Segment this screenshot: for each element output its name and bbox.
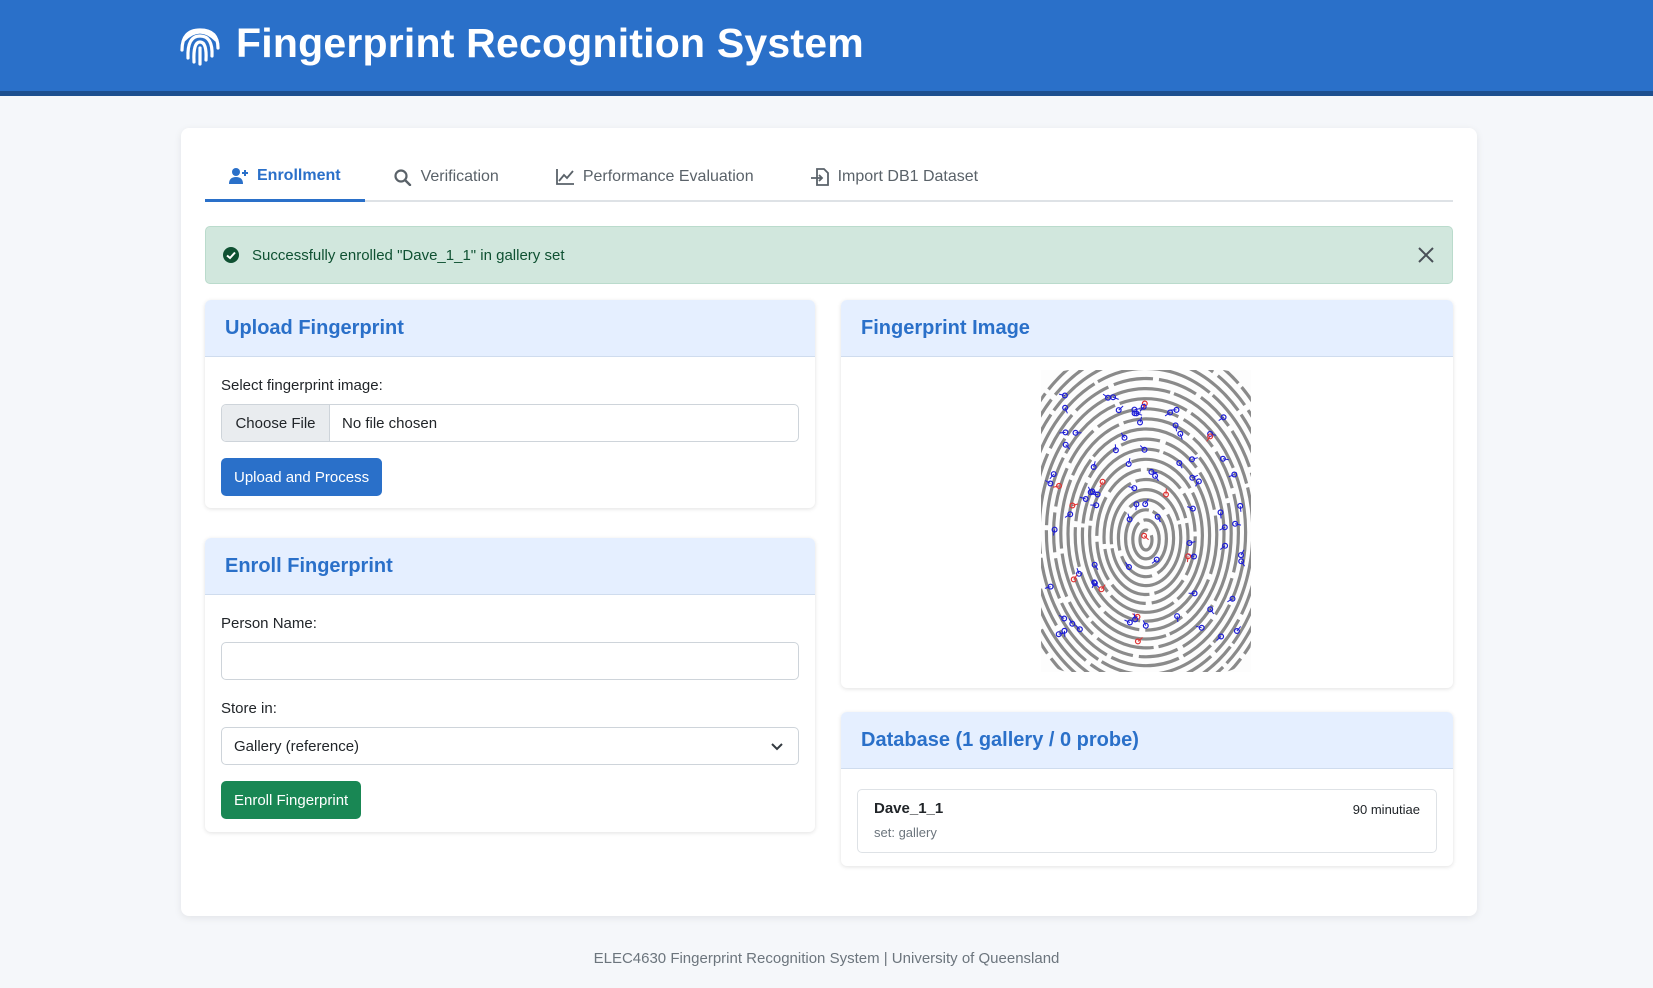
store-in-select[interactable]: Gallery (reference) — [221, 727, 799, 765]
brand[interactable]: Fingerprint Recognition System — [178, 20, 864, 67]
person-name-label: Person Name: — [221, 615, 317, 632]
database-card: Database (1 gallery / 0 probe) Dave_1_1 … — [841, 712, 1453, 866]
card-header: Upload Fingerprint — [205, 300, 815, 357]
card-title: Upload Fingerprint — [225, 316, 404, 339]
chevron-down-icon — [771, 743, 783, 751]
file-import-icon — [810, 168, 829, 186]
fingerprint-render — [1041, 370, 1251, 672]
file-status: No file chosen — [342, 414, 438, 432]
database-entry[interactable]: Dave_1_1 set: gallery 90 minutiae — [857, 789, 1437, 853]
tab-label: Verification — [420, 168, 499, 185]
tab-label: Enrollment — [257, 166, 341, 184]
tab-import-db1[interactable]: Import DB1 Dataset — [786, 152, 1003, 202]
card-header: Enroll Fingerprint — [205, 538, 815, 595]
file-input[interactable]: Choose File No file chosen — [221, 404, 799, 442]
entry-set: set: gallery — [874, 825, 937, 840]
close-icon[interactable] — [1416, 245, 1436, 265]
entry-name: Dave_1_1 — [874, 800, 944, 817]
search-icon — [393, 169, 411, 186]
tab-label: Performance Evaluation — [582, 168, 754, 185]
tab-bar: Enrollment Verification Performance Eval… — [205, 152, 1453, 202]
tab-label: Import DB1 Dataset — [837, 168, 979, 185]
entry-minutiae-count: 90 minutiae — [1352, 802, 1420, 817]
store-in-value: Gallery (reference) — [234, 737, 360, 755]
card-header: Database (1 gallery / 0 probe) — [841, 712, 1453, 769]
fingerprint-image — [1041, 370, 1251, 672]
success-alert: Successfully enrolled "Dave_1_1" in gall… — [205, 226, 1453, 284]
upload-and-process-button[interactable]: Upload and Process — [221, 458, 383, 496]
card-title: Database (1 gallery / 0 probe) — [861, 728, 1139, 751]
user-plus-icon — [229, 167, 248, 184]
enroll-card: Enroll Fingerprint Person Name: Store in… — [205, 538, 815, 832]
check-circle-icon — [223, 247, 239, 263]
tab-verification[interactable]: Verification — [369, 152, 523, 202]
enroll-fingerprint-button[interactable]: Enroll Fingerprint — [221, 781, 362, 819]
tab-enrollment[interactable]: Enrollment — [205, 152, 365, 202]
card-title: Fingerprint Image — [861, 316, 1030, 339]
store-in-label: Store in: — [221, 700, 277, 717]
main-card: Enrollment Verification Performance Eval… — [181, 128, 1477, 916]
card-title: Enroll Fingerprint — [225, 554, 393, 577]
alert-message: Successfully enrolled "Dave_1_1" in gall… — [252, 246, 565, 264]
top-navbar: Fingerprint Recognition System — [0, 0, 1653, 96]
choose-file-button[interactable]: Choose File — [222, 405, 330, 441]
tab-performance-evaluation[interactable]: Performance Evaluation — [531, 152, 778, 202]
app-title: Fingerprint Recognition System — [236, 20, 864, 66]
card-header: Fingerprint Image — [841, 300, 1453, 357]
person-name-input[interactable] — [221, 642, 799, 680]
upload-card: Upload Fingerprint Select fingerprint im… — [205, 300, 815, 508]
file-label: Select fingerprint image: — [221, 377, 383, 394]
footer-text: ELEC4630 Fingerprint Recognition System … — [593, 950, 1060, 967]
fingerprint-image-card: Fingerprint Image — [841, 300, 1453, 688]
fingerprint-icon — [180, 27, 220, 66]
chart-line-icon — [555, 169, 574, 185]
